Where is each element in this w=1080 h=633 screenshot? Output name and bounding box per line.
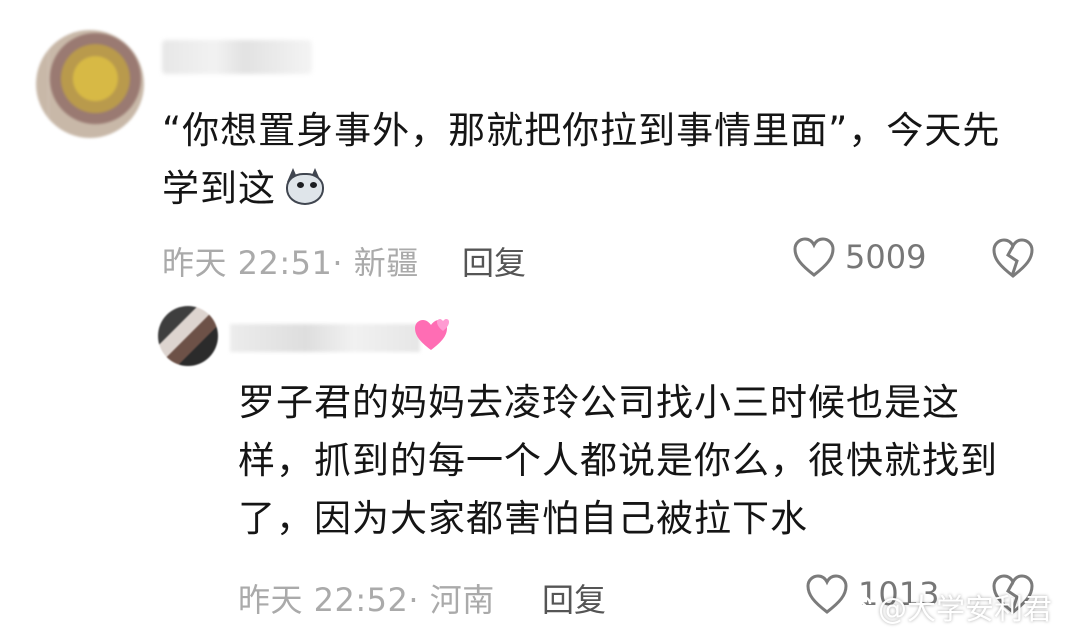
reply-text: 罗子君的妈妈去凌玲公司找小三时候也是这 样，抓到的每一个人都说是你么，很快就找到… [238,374,1038,548]
reply-text-line: 样，抓到的每一个人都说是你么，很快就找到 [238,439,998,482]
comment-text-fragment: 学到这 [162,167,276,210]
heart-outline-icon [793,237,835,277]
reply-reply-button[interactable]: 回复 [542,575,606,621]
reply-username-blurred[interactable] [230,324,420,352]
comment-reply-button[interactable]: 回复 [462,238,526,284]
comment-like-button[interactable]: 5009 [791,236,926,278]
comment-text-line: “你想置身事外，那就把你拉到事情里面”，今天先 [162,109,1001,152]
reply-time-location: 昨天 22:52· 河南 [238,581,495,619]
commenter-name-blurred[interactable] [162,40,312,74]
weibo-icon [839,595,872,621]
pink-hearts-badge-icon [415,319,449,350]
reply-text-line: 罗子君的妈妈去凌玲公司找小三时候也是这 [238,381,960,424]
comment-like-count: 5009 [845,238,927,276]
comment-time-location: 昨天 22:51· 新疆 [162,244,419,282]
husky-dog-icon [280,168,328,208]
comment-text-line: 学到这 [162,160,1042,218]
dislike-broken-heart-icon[interactable] [990,237,1036,279]
reply-avatar-blurred[interactable] [158,306,218,366]
watermark: @大学安利君 [838,586,1052,628]
comment-text: “你想置身事外，那就把你拉到事情里面”，今天先 学到这 [162,102,1042,218]
commenter-avatar-blurred[interactable] [36,30,144,138]
reply-text-line: 了，因为大家都害怕自己被拉下水 [238,497,808,540]
watermark-text: @大学安利君 [878,592,1053,626]
